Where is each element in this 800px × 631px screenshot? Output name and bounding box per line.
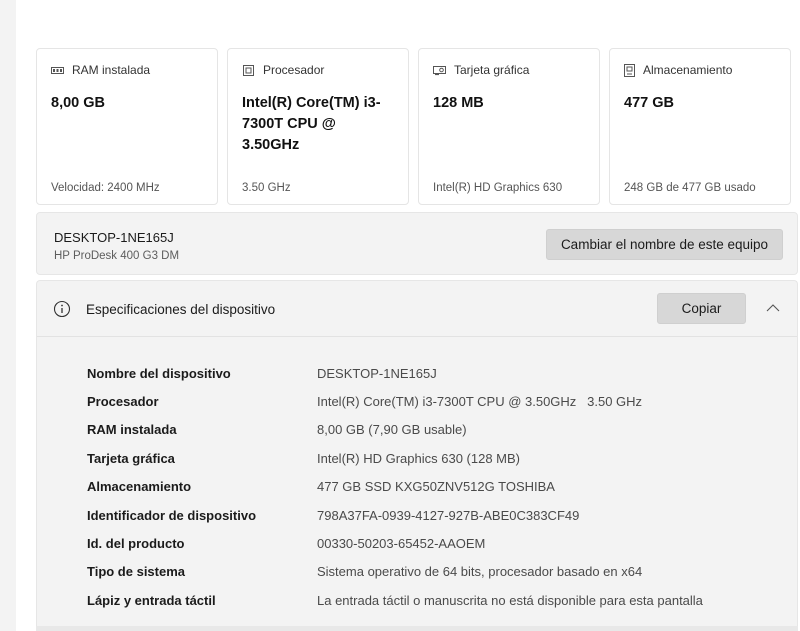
- about-content: RAM instalada 8,00 GB Velocidad: 2400 MH…: [16, 0, 800, 631]
- spec-label: Almacenamiento: [87, 479, 192, 495]
- card-title: Procesador: [263, 63, 325, 77]
- spec-title: Especificaciones del dispositivo: [86, 302, 276, 317]
- spec-row: Tipo de sistema Sistema operativo de 64 …: [87, 558, 703, 586]
- spec-value: 477 GB SSD KXG50ZNV512G TOSHIBA: [317, 479, 555, 495]
- device-specifications-panel: Especificaciones del dispositivo Copiar …: [36, 280, 798, 631]
- spec-value: Sistema operativo de 64 bits, procesador…: [317, 564, 643, 580]
- spec-label: Nombre del dispositivo: [87, 365, 231, 381]
- next-section-edge: [36, 626, 798, 631]
- spec-row: Procesador Intel(R) Core(TM) i3-7300T CP…: [87, 387, 703, 415]
- spec-row: Identificador de dispositivo 798A37FA-09…: [87, 501, 703, 529]
- card-footer: Intel(R) HD Graphics 630: [433, 182, 563, 194]
- spec-value: Intel(R) HD Graphics 630 (128 MB): [317, 450, 521, 466]
- card-graphics: Tarjeta gráfica 128 MB Intel(R) HD Graph…: [418, 48, 600, 205]
- card-storage: Almacenamiento 477 GB 248 GB de 477 GB u…: [609, 48, 791, 205]
- spec-label: RAM instalada: [87, 422, 177, 438]
- spec-label: Identificador de dispositivo: [87, 507, 257, 523]
- ram-icon: [51, 66, 64, 74]
- card-value: 8,00 GB: [51, 95, 105, 111]
- card-ram: RAM instalada 8,00 GB Velocidad: 2400 MH…: [36, 48, 218, 205]
- spec-label: Id. del producto: [87, 536, 185, 552]
- spec-value: La entrada táctil o manuscrita no está d…: [317, 592, 703, 608]
- spec-label: Tarjeta gráfica: [87, 450, 175, 466]
- summary-cards: RAM instalada 8,00 GB Velocidad: 2400 MH…: [36, 48, 791, 205]
- spec-row: RAM instalada 8,00 GB (7,90 GB usable): [87, 416, 703, 444]
- card-processor: Procesador Intel(R) Core(TM) i3-7300T CP…: [227, 48, 409, 205]
- graphics-card-icon: [433, 65, 446, 75]
- card-footer: Velocidad: 2400 MHz: [51, 182, 160, 194]
- card-title: RAM instalada: [72, 63, 151, 77]
- spec-row: Nombre del dispositivo DESKTOP-1NE165J: [87, 359, 703, 387]
- card-footer: 248 GB de 477 GB usado: [624, 182, 756, 194]
- copy-button[interactable]: Copiar: [657, 293, 746, 324]
- card-footer: 3.50 GHz: [242, 182, 291, 194]
- settings-page: RAM instalada 8,00 GB Velocidad: 2400 MH…: [0, 0, 800, 631]
- spec-row: Lápiz y entrada táctil La entrada táctil…: [87, 586, 703, 614]
- card-value: 128 MB: [433, 95, 484, 111]
- chevron-up-icon[interactable]: [765, 301, 781, 315]
- spec-value: 798A37FA-0939-4127-927B-ABE0C383CF49: [317, 507, 580, 523]
- card-value: Intel(R) Core(TM) i3-7300T CPU @ 3.50GHz: [242, 95, 381, 153]
- rename-pc-button[interactable]: Cambiar el nombre de este equipo: [546, 229, 783, 260]
- device-name: DESKTOP-1NE165J: [54, 230, 174, 245]
- spec-row: Almacenamiento 477 GB SSD KXG50ZNV512G T…: [87, 473, 703, 501]
- spec-row: Tarjeta gráfica Intel(R) HD Graphics 630…: [87, 444, 703, 472]
- spec-header[interactable]: Especificaciones del dispositivo Copiar: [37, 281, 797, 337]
- navigation-edge: [0, 0, 16, 631]
- spec-value: Intel(R) Core(TM) i3-7300T CPU @ 3.50GHz…: [317, 394, 643, 410]
- spec-label: Procesador: [87, 394, 159, 410]
- spec-label: Tipo de sistema: [87, 564, 186, 580]
- device-name-bar: DESKTOP-1NE165J HP ProDesk 400 G3 DM Cam…: [36, 212, 798, 275]
- processor-icon: [243, 64, 254, 76]
- card-title: Tarjeta gráfica: [454, 63, 530, 77]
- spec-table: Nombre del dispositivo DESKTOP-1NE165J P…: [87, 359, 703, 615]
- spec-row: Id. del producto 00330-50203-65452-AAOEM: [87, 529, 703, 557]
- spec-value: 8,00 GB (7,90 GB usable): [317, 422, 467, 438]
- device-model: HP ProDesk 400 G3 DM: [54, 250, 180, 262]
- spec-value: DESKTOP-1NE165J: [317, 365, 437, 381]
- info-icon: [53, 300, 71, 318]
- card-title: Almacenamiento: [643, 63, 733, 77]
- spec-value: 00330-50203-65452-AAOEM: [317, 536, 486, 552]
- storage-icon: [624, 63, 635, 77]
- card-value: 477 GB: [624, 95, 674, 111]
- spec-label: Lápiz y entrada táctil: [87, 592, 216, 608]
